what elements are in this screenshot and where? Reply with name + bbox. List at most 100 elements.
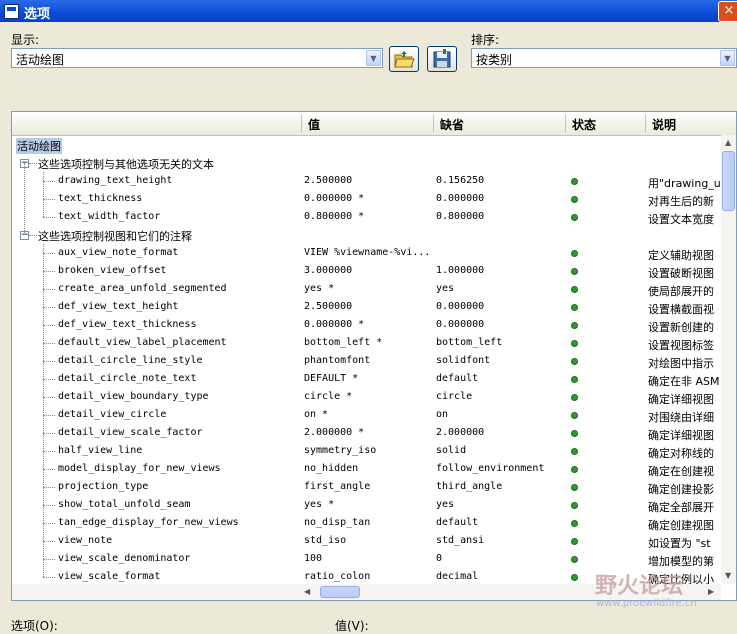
tree-root[interactable]: 活动绘图	[12, 136, 736, 154]
option-name: default_view_label_placement	[58, 337, 227, 348]
table-row[interactable]: aux_view_note_format VIEW %viewname-%vi..…	[12, 244, 736, 262]
options-grid: 值 缺省 状态 说明 活动绘图 − 这些选项控制与其他选项无关的文本 drawing_…	[11, 111, 737, 601]
tree-group[interactable]: − 这些选项控制视图和它们的注释	[12, 226, 736, 244]
open-button[interactable]	[389, 46, 419, 72]
option-default: 1.000000	[436, 265, 485, 276]
table-row[interactable]: tan_edge_display_for_new_views no_disp_ta…	[12, 514, 736, 532]
option-default: yes	[436, 283, 455, 294]
option-description: 设置横截面视	[648, 303, 714, 316]
show-combo[interactable]: 活动绘图 ▼	[11, 48, 383, 68]
option-default: default	[436, 373, 479, 384]
table-row[interactable]: text_thickness 0.000000 * 0.000000 对再生后的新	[12, 190, 736, 208]
option-description: 确定在创建视	[648, 465, 714, 478]
tree-connector	[29, 163, 37, 164]
tree-connector	[43, 199, 55, 200]
table-row[interactable]: show_total_unfold_seam yes * yes 确定全部展开	[12, 496, 736, 514]
table-row[interactable]: broken_view_offset 3.000000 1.000000 设置破断视图	[12, 262, 736, 280]
tree-connector	[43, 343, 55, 344]
option-name: view_scale_format	[58, 571, 161, 582]
scroll-right-icon[interactable]: ▶	[708, 587, 714, 596]
option-name: view_scale_denominator	[58, 553, 191, 564]
table-row[interactable]: view_note std_iso std_ansi 如设置为 "st	[12, 532, 736, 550]
scroll-down-icon[interactable]: ▼	[725, 571, 731, 580]
table-row[interactable]: def_view_text_height 2.500000 0.000000 设置横截…	[12, 298, 736, 316]
table-row[interactable]: detail_view_boundary_type circle * circle 确…	[12, 388, 736, 406]
scroll-left-icon[interactable]: ◀	[304, 587, 310, 596]
horizontal-scroll-thumb[interactable]	[320, 586, 360, 598]
col-value-header[interactable]: 值	[308, 116, 320, 133]
status-ok-icon	[571, 358, 578, 365]
status-ok-icon	[571, 322, 578, 329]
table-row[interactable]: detail_view_scale_factor 2.000000 * 2.0000…	[12, 424, 736, 442]
option-description: 使局部展开的	[648, 285, 714, 298]
table-row[interactable]: default_view_label_placement bottom_left …	[12, 334, 736, 352]
tree-connector	[43, 271, 55, 272]
option-value: bottom_left *	[304, 337, 383, 348]
tree-group-label: 这些选项控制视图和它们的注释	[38, 230, 192, 243]
scroll-up-icon[interactable]: ▲	[725, 138, 731, 147]
status-ok-icon	[571, 574, 578, 581]
option-default: yes	[436, 499, 455, 510]
option-name: detail_view_boundary_type	[58, 391, 209, 402]
tree-connector	[29, 235, 37, 236]
option-value: VIEW %viewname-%vi...	[304, 247, 431, 258]
chevron-down-icon[interactable]: ▼	[720, 50, 735, 66]
folder-open-icon	[394, 51, 415, 68]
table-row[interactable]: model_display_for_new_views no_hidden foll…	[12, 460, 736, 478]
option-name: broken_view_offset	[58, 265, 167, 276]
option-value: 2.000000 *	[304, 427, 365, 438]
sort-combo[interactable]: 按类别 ▼	[471, 48, 737, 68]
option-description: 确定创建投影	[648, 483, 714, 496]
tree-connector	[43, 559, 55, 560]
status-ok-icon	[571, 250, 578, 257]
chevron-down-icon[interactable]: ▼	[366, 50, 381, 66]
tree-connector	[43, 415, 55, 416]
option-default: third_angle	[436, 481, 503, 492]
tree-connector	[24, 163, 25, 235]
option-name: detail_view_circle	[58, 409, 167, 420]
tree-group[interactable]: − 这些选项控制与其他选项无关的文本	[12, 154, 736, 172]
option-value: first_angle	[304, 481, 371, 492]
save-button[interactable]	[427, 46, 457, 72]
option-description: 对绘图中指示	[648, 357, 714, 370]
status-ok-icon	[571, 520, 578, 527]
col-desc-header[interactable]: 说明	[652, 116, 676, 133]
vertical-scrollbar[interactable]: ▲ ▼	[721, 135, 736, 584]
option-description: 设置破断视图	[648, 267, 714, 280]
option-label: 选项(O):	[11, 619, 58, 633]
option-default: 0.156250	[436, 175, 485, 186]
option-value: 0.000000 *	[304, 319, 365, 330]
option-default: 2.000000	[436, 427, 485, 438]
option-value: no_hidden	[304, 463, 359, 474]
col-status-header[interactable]: 状态	[572, 116, 596, 133]
option-default: 0.800000	[436, 211, 485, 222]
app-icon	[4, 4, 19, 19]
tree-connector	[43, 397, 55, 398]
table-row[interactable]: projection_type first_angle third_angle 确定创…	[12, 478, 736, 496]
status-ok-icon	[571, 466, 578, 473]
tree-connector	[43, 253, 55, 254]
option-description: 对围绕由详细	[648, 411, 714, 424]
table-row[interactable]: drawing_text_height 2.500000 0.156250 用"dra…	[12, 172, 736, 190]
table-row[interactable]: text_width_factor 0.800000 * 0.800000 设置文本宽…	[12, 208, 736, 226]
table-row[interactable]: def_view_text_thickness 0.000000 * 0.00000…	[12, 316, 736, 334]
option-value: symmetry_iso	[304, 445, 377, 456]
table-row[interactable]: detail_circle_note_text DEFAULT * default 确…	[12, 370, 736, 388]
status-ok-icon	[571, 268, 578, 275]
option-description: 对再生后的新	[648, 195, 714, 208]
option-description: 确定详细视图	[648, 429, 714, 442]
option-value: DEFAULT *	[304, 373, 359, 384]
table-row[interactable]: view_scale_denominator 100 0 增加模型的第	[12, 550, 736, 568]
option-name: detail_circle_line_style	[58, 355, 203, 366]
table-row[interactable]: half_view_line symmetry_iso solid 确定对称线的	[12, 442, 736, 460]
status-ok-icon	[571, 556, 578, 563]
option-default: solidfont	[436, 355, 491, 366]
col-default-header[interactable]: 缺省	[440, 116, 464, 133]
table-row[interactable]: detail_circle_line_style phantomfont solid…	[12, 352, 736, 370]
table-row[interactable]: detail_view_circle on * on 对围绕由详细	[12, 406, 736, 424]
option-name: text_width_factor	[58, 211, 161, 222]
table-row[interactable]: create_area_unfold_segmented yes * yes 使局部展…	[12, 280, 736, 298]
close-button[interactable]: ×	[718, 1, 737, 22]
vertical-scroll-thumb[interactable]	[722, 151, 735, 211]
option-description: 确定详细视图	[648, 393, 714, 406]
